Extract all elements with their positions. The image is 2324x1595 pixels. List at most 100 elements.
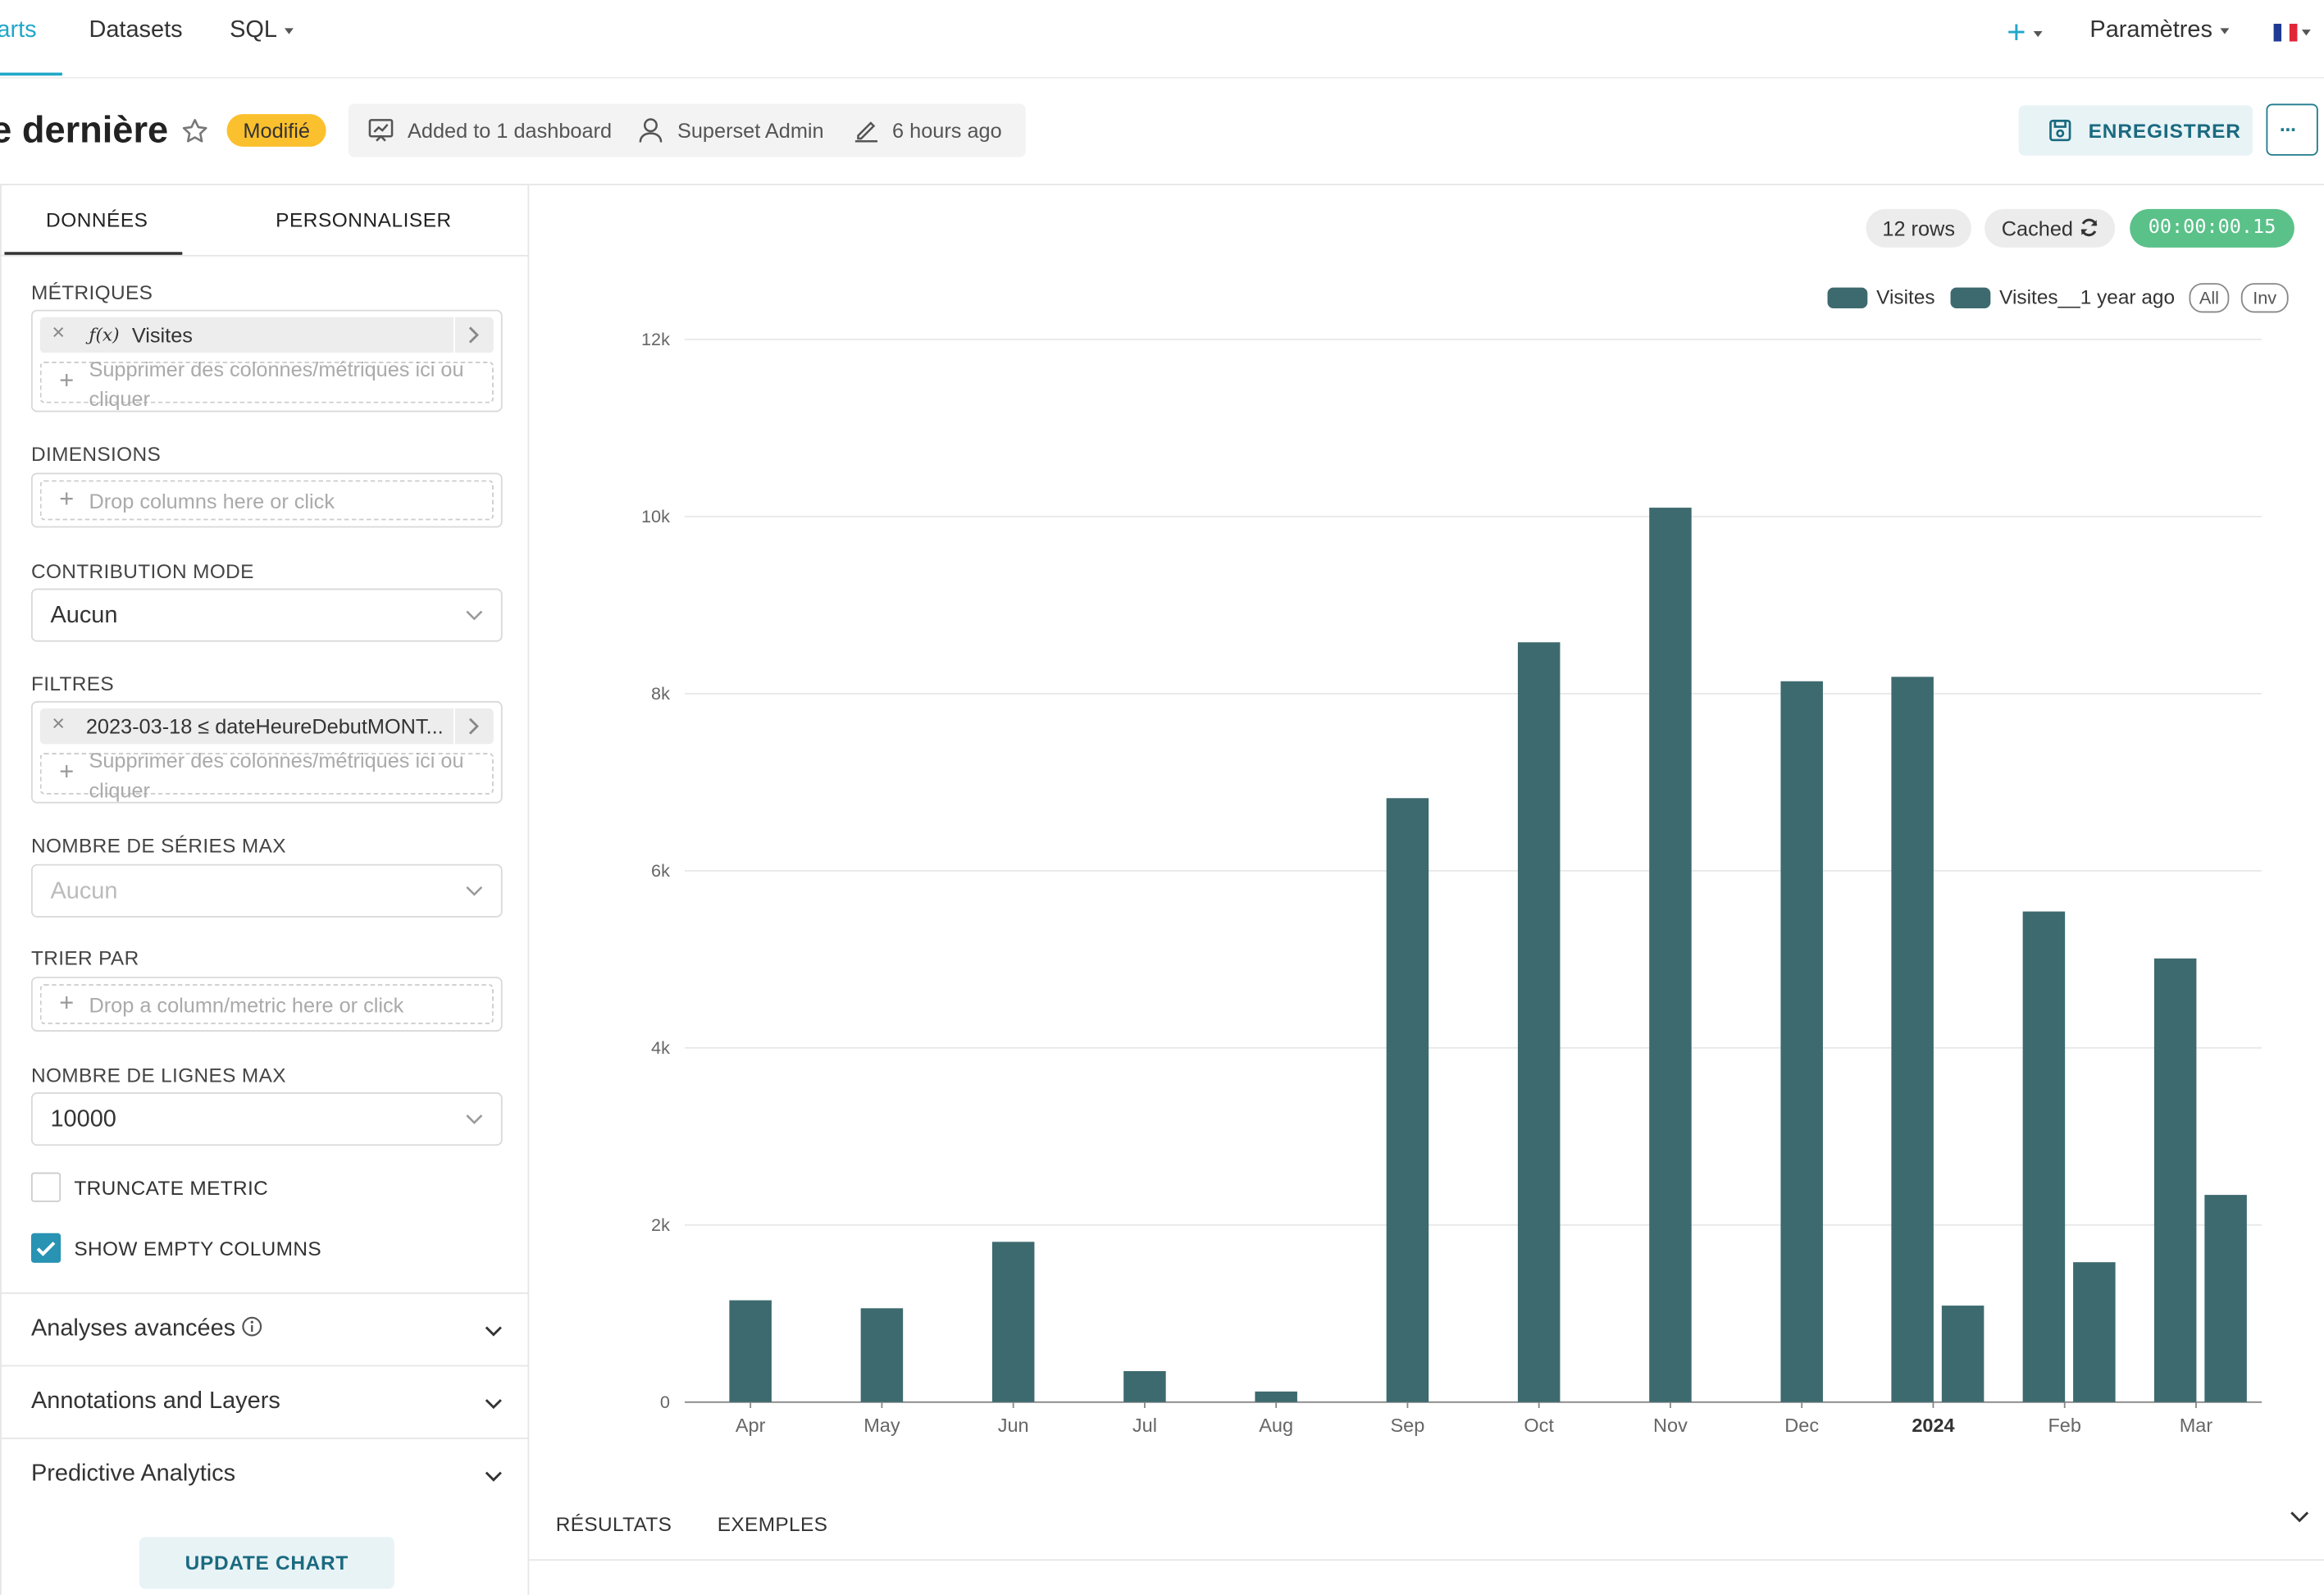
bar-visites xyxy=(1891,677,1934,1402)
update-chart-button[interactable]: UPDATE CHART xyxy=(139,1537,394,1589)
star-icon[interactable] xyxy=(181,117,209,145)
section-predictive[interactable]: Predictive Analytics xyxy=(1,1438,530,1511)
chevron-down-icon xyxy=(2219,27,2229,34)
filter-text: 2023-03-18 ≤ dateHeureDebutMONT... xyxy=(85,714,444,739)
close-icon[interactable]: × xyxy=(52,712,65,737)
series-limit-select[interactable]: Aucun xyxy=(30,864,503,918)
plus-icon: + xyxy=(59,988,75,1017)
nav-datasets[interactable]: Datasets xyxy=(89,18,182,45)
bar-visites xyxy=(860,1308,904,1402)
legend-inv-button[interactable]: Inv xyxy=(2240,283,2289,313)
y-tick-label: 10k xyxy=(641,506,670,526)
section-advanced-analytics[interactable]: Analyses avancées xyxy=(1,1292,530,1366)
plus-icon: + xyxy=(2007,13,2026,51)
contribution-value: Aucun xyxy=(50,603,118,629)
dimensions-well: + Drop columns here or click xyxy=(30,472,503,528)
metric-pill[interactable]: × ƒ(x) Visites xyxy=(39,317,494,353)
contribution-select[interactable]: Aucun xyxy=(30,588,503,642)
bar-visites-1y xyxy=(1941,1306,1985,1402)
dimensions-drop-text: Drop columns here or click xyxy=(89,489,335,513)
tab-results[interactable]: RÉSULTATS xyxy=(556,1513,672,1535)
chevron-down-icon xyxy=(466,610,483,621)
settings-menu[interactable]: Paramètres xyxy=(2089,18,2229,45)
nav-active-indicator xyxy=(0,72,62,76)
function-icon: ƒ(x) xyxy=(89,324,120,346)
row-limit-select[interactable]: 10000 xyxy=(30,1092,503,1146)
bar-visites xyxy=(1780,681,1823,1402)
chevron-down-icon xyxy=(285,27,294,34)
pill-arrow[interactable] xyxy=(453,708,494,745)
pill-arrow[interactable] xyxy=(453,317,494,353)
dimensions-dropzone[interactable]: + Drop columns here or click xyxy=(39,480,494,521)
chart-title[interactable]: e dernière xyxy=(0,110,168,153)
y-tick-label: 0 xyxy=(660,1392,670,1412)
legend-all-button[interactable]: All xyxy=(2189,283,2230,313)
truncate-metric-checkbox[interactable] xyxy=(30,1172,62,1202)
filter-pill[interactable]: × 2023-03-18 ≤ dateHeureDebutMONT... xyxy=(39,708,494,745)
bar-visites xyxy=(729,1300,772,1402)
french-flag-icon xyxy=(2273,23,2298,42)
cached-label: Cached xyxy=(2001,216,2073,240)
plus-icon: + xyxy=(59,485,75,513)
refresh-icon xyxy=(2080,218,2097,237)
top-navbar: arts Datasets SQL + Paramètres xyxy=(0,0,2324,79)
tab-customize[interactable]: PERSONNALISER xyxy=(276,209,452,231)
tab-data[interactable]: DONNÉES xyxy=(46,209,148,231)
cached-badge[interactable]: Cached xyxy=(1985,208,2116,248)
dimensions-label: DIMENSIONS xyxy=(30,443,162,466)
chart-header: e dernière Modifié Added to 1 dashboard … xyxy=(0,77,2324,185)
show-empty-columns-label: SHOW EMPTY COLUMNS xyxy=(74,1237,321,1260)
show-empty-columns-checkbox[interactable] xyxy=(30,1233,62,1263)
bar-chart: 0 2k 4k 6k 8k 10k 12k Apr May Jun Jul Aug Sep Oct Nov D… xyxy=(641,329,2262,1436)
save-label: ENREGISTRER xyxy=(2088,120,2241,143)
status-badge: Modifié xyxy=(226,114,326,147)
sort-by-dropzone[interactable]: + Drop a column/metric here or click xyxy=(39,984,494,1024)
y-tick-label: 2k xyxy=(651,1214,670,1235)
language-picker[interactable] xyxy=(2273,23,2311,51)
filters-dropzone[interactable]: + Supprimer des colonnes/métriques ici o… xyxy=(39,749,494,802)
contribution-label: CONTRIBUTION MODE xyxy=(30,560,254,583)
close-icon[interactable]: × xyxy=(52,320,65,345)
section-annotations-label: Annotations and Layers xyxy=(30,1388,280,1415)
x-tick-label: Apr xyxy=(736,1415,766,1436)
owner-name[interactable]: Superset Admin xyxy=(677,119,824,143)
legend-label-visites[interactable]: Visites xyxy=(1876,286,1934,308)
section-annotations[interactable]: Annotations and Layers xyxy=(1,1365,530,1439)
x-tick-label: Mar xyxy=(2180,1415,2213,1436)
legend-label-visites-1y[interactable]: Visites__1 year ago xyxy=(1999,286,2175,308)
x-tick-label: Dec xyxy=(1784,1415,1819,1436)
bar-visites xyxy=(1517,642,1561,1402)
user-icon xyxy=(639,118,663,143)
tab-samples[interactable]: EXEMPLES xyxy=(718,1513,827,1535)
metadata-bar: Added to 1 dashboard Superset Admin 6 ho… xyxy=(348,103,1026,157)
row-count-badge: 12 rows xyxy=(1866,208,1971,248)
info-icon xyxy=(242,1316,262,1337)
last-modified[interactable]: 6 hours ago xyxy=(892,119,1002,143)
x-tick-label: Aug xyxy=(1259,1415,1293,1436)
y-tick-label: 4k xyxy=(651,1037,670,1058)
legend-swatch-visites-1y[interactable] xyxy=(1950,287,1991,308)
x-tick-label: May xyxy=(864,1415,900,1436)
plus-icon: + xyxy=(59,757,75,786)
legend-swatch-visites[interactable] xyxy=(1827,287,1868,308)
y-tick-label: 6k xyxy=(651,860,670,881)
metrics-label: MÉTRIQUES xyxy=(30,281,153,304)
dashboard-info[interactable]: Added to 1 dashboard xyxy=(408,119,612,143)
bar-visites-1y xyxy=(2073,1262,2116,1402)
nav-sql[interactable]: SQL xyxy=(230,18,294,45)
nav-charts[interactable]: arts xyxy=(0,18,37,45)
timer-badge: 00:00:00.15 xyxy=(2130,208,2294,248)
more-actions-button[interactable]: ··· xyxy=(2266,103,2318,156)
metric-name: Visites xyxy=(131,323,193,347)
x-tick-label: 2024 xyxy=(1912,1415,1954,1436)
metrics-well: × ƒ(x) Visites + Supprimer des colonnes/… xyxy=(30,309,503,412)
chevron-down-icon xyxy=(485,1471,502,1482)
new-menu[interactable]: + xyxy=(2007,13,2043,52)
chevron-down-icon[interactable] xyxy=(2290,1511,2309,1524)
control-panel: DONNÉES PERSONNALISER MÉTRIQUES × ƒ(x) V… xyxy=(0,185,530,1595)
metrics-dropzone[interactable]: + Supprimer des colonnes/métriques ici o… xyxy=(39,358,494,411)
save-button[interactable]: ENREGISTRER xyxy=(2018,105,2253,156)
filters-well: × 2023-03-18 ≤ dateHeureDebutMONT... + S… xyxy=(30,700,503,804)
nav-sql-label: SQL xyxy=(230,17,278,43)
row-limit-value: 10000 xyxy=(50,1107,116,1132)
